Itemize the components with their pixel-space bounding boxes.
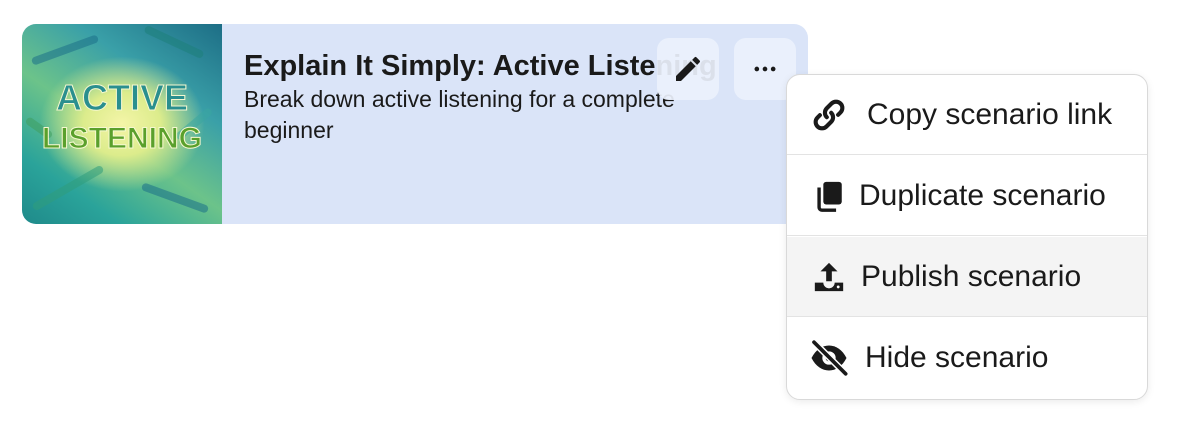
upload-icon — [809, 257, 849, 297]
scenario-thumbnail: ACTIVE LISTENING — [22, 24, 222, 224]
menu-item-label: Duplicate scenario — [859, 178, 1106, 212]
menu-item-duplicate[interactable]: Duplicate scenario — [787, 156, 1147, 236]
ellipsis-icon — [754, 66, 776, 72]
copy-icon — [809, 176, 849, 216]
menu-item-label: Copy scenario link — [867, 97, 1113, 131]
thumbnail-text-listening: LISTENING — [42, 122, 202, 155]
menu-item-hide[interactable]: Hide scenario — [787, 318, 1147, 398]
scenario-options-menu: Copy scenario link Duplicate scenario Pu… — [786, 74, 1148, 400]
card-text: Explain It Simply: Active Listening Brea… — [244, 48, 804, 146]
pencil-icon — [676, 57, 700, 81]
thumbnail-text-active: ACTIVE — [56, 77, 188, 118]
menu-item-label: Hide scenario — [865, 341, 1049, 374]
menu-item-label: Publish scenario — [861, 259, 1082, 293]
edit-button[interactable] — [657, 38, 719, 100]
menu-item-publish[interactable]: Publish scenario — [787, 237, 1147, 317]
link-icon — [809, 95, 849, 135]
eye-slash-icon — [809, 338, 849, 378]
scenario-title[interactable]: Explain It Simply: Active Listening — [244, 48, 804, 84]
menu-item-copy-link[interactable]: Copy scenario link — [787, 75, 1147, 155]
thumbnail-title-art: ACTIVE LISTENING — [41, 77, 202, 156]
